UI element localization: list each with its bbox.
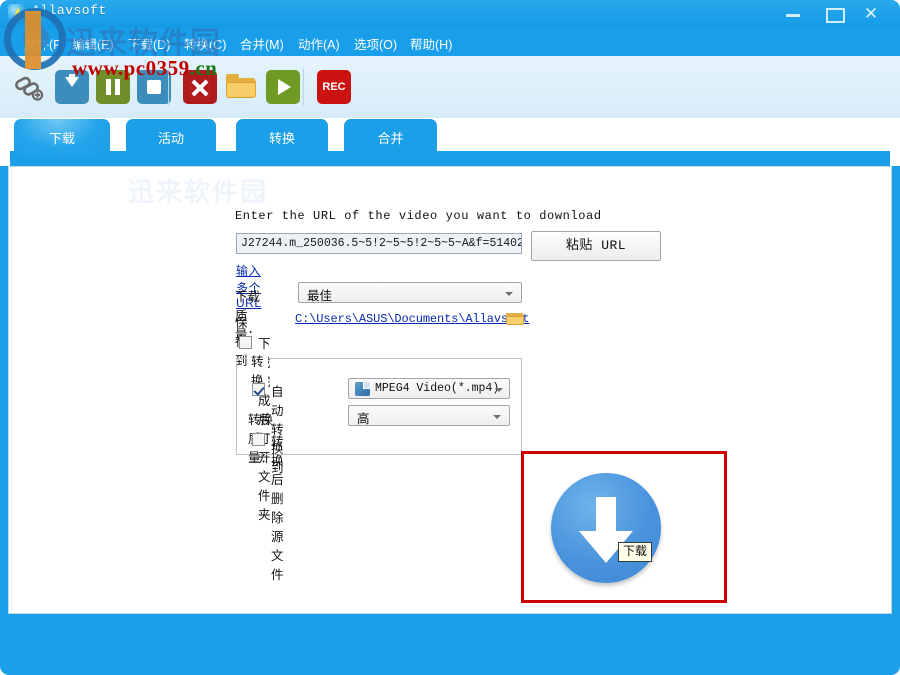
watermark-url-tail: .cn xyxy=(190,56,218,80)
chevron-down-icon xyxy=(495,388,503,392)
video-file-icon xyxy=(355,382,370,396)
status-bar xyxy=(6,620,894,668)
tab-0[interactable]: 下载 xyxy=(14,119,110,157)
tab-1[interactable]: 活动 xyxy=(126,119,216,157)
watermark-url-head: www.pc0359 xyxy=(72,56,190,80)
delete-source-after-convert-checkbox[interactable] xyxy=(252,433,265,446)
minimize-button[interactable] xyxy=(778,3,808,25)
start-download-button[interactable] xyxy=(551,473,661,583)
chevron-down-icon xyxy=(493,415,501,419)
menu-item-6[interactable]: 选项(O) xyxy=(350,32,401,55)
url-input[interactable]: J27244.m_250036.5~5!2~5~5!2~5~5~A&f=5140… xyxy=(236,233,522,254)
watermark-logo-icon xyxy=(4,8,66,70)
open-folder-button[interactable] xyxy=(224,70,258,104)
url-instruction-label: Enter the URL of the video you want to d… xyxy=(235,209,602,223)
close-button[interactable]: ✕ xyxy=(856,3,886,25)
convert-quality-value: 高 xyxy=(357,408,370,427)
open-folder-after-download-checkbox[interactable] xyxy=(239,336,252,349)
play-button[interactable] xyxy=(266,70,300,104)
download-tooltip: 下载 xyxy=(618,542,652,562)
paste-url-button[interactable]: 粘贴 URL xyxy=(531,231,661,261)
add-link-button[interactable] xyxy=(12,70,46,104)
folder-browse-icon[interactable] xyxy=(506,311,524,325)
menu-item-4[interactable]: 合并(M) xyxy=(236,32,288,55)
watermark-faint-text: 迅来软件园 xyxy=(128,172,268,209)
download-quality-value: 最佳 xyxy=(307,285,332,304)
tab-3[interactable]: 合并 xyxy=(344,119,437,157)
watermark-site-url: www.pc0359.cn xyxy=(72,56,217,81)
toolbar-separator-1 xyxy=(303,68,304,106)
maximize-button[interactable] xyxy=(820,3,850,25)
application-window: Allavsoft ✕ 文件(F)编辑(E)下载(D)转换(C)合并(M)动作(… xyxy=(0,0,900,675)
menu-item-5[interactable]: 动作(A) xyxy=(294,32,344,55)
chevron-down-icon xyxy=(505,292,513,296)
convert-quality-select[interactable]: 高 xyxy=(348,405,510,426)
record-button[interactable]: REC xyxy=(317,70,351,104)
tab-2[interactable]: 转换 xyxy=(236,119,328,157)
download-quality-select[interactable]: 最佳 xyxy=(298,282,522,303)
output-format-select[interactable]: MPEG4 Video(*.mp4) xyxy=(348,378,510,399)
delete-source-after-convert-label: 转换后删除源文件 xyxy=(271,431,284,583)
output-format-value: MPEG4 Video(*.mp4) xyxy=(375,382,499,395)
auto-convert-checkbox[interactable] xyxy=(252,383,265,396)
menu-item-7[interactable]: 帮助(H) xyxy=(406,32,456,55)
save-to-path-link[interactable]: C:\Users\ASUS\Documents\Allavsoft xyxy=(295,312,529,326)
link-add-icon xyxy=(12,70,46,104)
download-arrow-icon xyxy=(596,497,616,535)
